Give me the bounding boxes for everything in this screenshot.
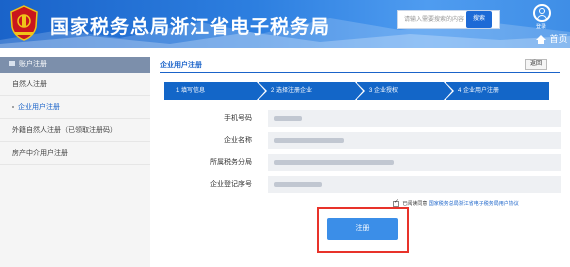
tax-branch-field [268, 154, 561, 171]
register-button[interactable]: 注册 [327, 218, 398, 240]
back-button[interactable]: 返回 [525, 59, 547, 70]
step-2: 2 选择注册企业 [259, 82, 365, 100]
company-name-label: 企业名称 [224, 137, 252, 144]
user-icon[interactable] [533, 4, 551, 22]
registration-number-label: 企业登记序号 [210, 181, 252, 188]
sidebar-item-real-estate-agency[interactable]: 房产中介用户注册 [0, 142, 150, 165]
step-4: 4 企业用户注册 [446, 82, 549, 100]
home-icon [536, 35, 546, 44]
phone-label: 手机号码 [224, 115, 252, 122]
step-3: 3 企业授权 [357, 82, 454, 100]
progress-steps: 1 填写信息 2 选择注册企业 3 企业授权 4 企业用户注册 [164, 82, 549, 100]
main-header: 企业用户注册 返回 [160, 57, 560, 73]
sidebar-item-foreign-natural-person[interactable]: 外籍自然人注册（已领取注册码） [0, 119, 150, 142]
step-1: 1 填写信息 [164, 82, 267, 100]
site-title: 国家税务总局浙江省电子税务局 [50, 17, 331, 38]
tax-emblem-icon [10, 5, 38, 41]
sidebar-item-natural-person[interactable]: 自然人注册 [0, 73, 150, 96]
sidebar-heading: 账户注册 [0, 57, 150, 73]
agree-checkbox[interactable] [393, 198, 399, 207]
phone-field [268, 110, 561, 127]
user-agreement-link[interactable]: 国家税务总局浙江省电子税务局用户协议 [429, 201, 519, 207]
company-name-field [268, 132, 561, 149]
home-link[interactable]: 首页 [536, 32, 568, 45]
bullet-icon [12, 106, 14, 109]
form-row-phone: 手机号码 [160, 110, 561, 127]
page-title: 企业用户注册 [160, 62, 202, 69]
registration-number-field [268, 176, 561, 193]
home-label: 首页 [549, 34, 568, 44]
tax-branch-label: 所属税务分局 [210, 159, 252, 166]
agreement-row: 已阅读同意 国家税务总局浙江省电子税务局用户协议 [393, 198, 519, 207]
form-row-tax-branch: 所属税务分局 [160, 154, 561, 171]
form-row-company: 企业名称 [160, 132, 561, 149]
header-banner: 国家税务总局浙江省电子税务局 请输入需要搜索的内容 搜索 登录 首页 [0, 0, 570, 48]
search-button[interactable]: 搜索 [466, 11, 492, 28]
main-content: 企业用户注册 返回 1 填写信息 2 选择注册企业 3 企业授权 4 企业用户注… [160, 57, 570, 267]
form-row-registration-no: 企业登记序号 [160, 176, 561, 193]
sidebar-item-enterprise-user[interactable]: 企业用户注册 [0, 96, 150, 119]
sidebar: 账户注册 自然人注册 企业用户注册 外籍自然人注册（已领取注册码） 房产中介用户… [0, 57, 150, 267]
folder-icon [9, 61, 15, 66]
login-link[interactable]: 登录 [536, 23, 546, 30]
